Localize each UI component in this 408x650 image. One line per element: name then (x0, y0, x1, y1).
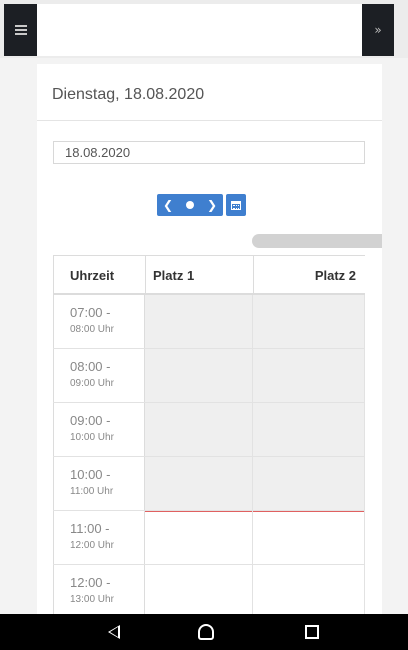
menu-button[interactable] (4, 4, 37, 56)
home-icon[interactable] (198, 624, 214, 640)
column-header-time: Uhrzeit (53, 256, 145, 294)
time-cell: 07:00 - 08:00 Uhr (53, 295, 145, 348)
time-cell: 08:00 - 09:00 Uhr (53, 349, 145, 402)
booking-card: Dienstag, 18.08.2020 18.08.2020 ❮ ❯ Uhrz… (37, 64, 382, 624)
slot-start: 10:00 - (70, 467, 111, 482)
collapse-button[interactable]: » (362, 4, 394, 56)
next-day-button[interactable]: ❯ (201, 194, 223, 216)
table-row: 08:00 - 09:00 Uhr (53, 349, 365, 403)
slot-start: 11:00 - (70, 521, 110, 536)
slot-platz-2[interactable] (253, 349, 365, 402)
slot-platz-1[interactable] (145, 565, 253, 618)
dot-icon (186, 201, 194, 209)
column-header-platz-2: Platz 2 (253, 256, 365, 294)
time-cell: 10:00 - 11:00 Uhr (53, 457, 145, 510)
slot-start: 09:00 - (70, 413, 111, 428)
slot-platz-2[interactable] (253, 565, 365, 618)
slot-platz-2[interactable] (253, 457, 365, 510)
slot-end: 13:00 Uhr (70, 594, 114, 605)
hamburger-icon (14, 25, 27, 35)
android-navigation-bar (0, 614, 408, 650)
table-row: 12:00 - 13:00 Uhr (53, 565, 365, 619)
chevron-right-icon: ❯ (206, 198, 218, 212)
back-triangle-icon[interactable] (108, 625, 120, 639)
table-header: Uhrzeit Platz 1 Platz 2 (53, 255, 365, 295)
double-chevron-down-icon: » (374, 23, 382, 37)
recents-square-icon[interactable] (305, 625, 319, 639)
slot-platz-1[interactable] (145, 349, 253, 402)
calendar-button[interactable] (226, 194, 246, 216)
slot-end: 11:00 Uhr (70, 486, 114, 497)
table-row: 11:00 - 12:00 Uhr (53, 511, 365, 565)
chevron-left-icon: ❮ (162, 198, 174, 212)
calendar-icon (231, 200, 241, 210)
slot-platz-1[interactable] (145, 511, 253, 564)
column-header-platz-1: Platz 1 (145, 256, 253, 294)
slot-platz-1[interactable] (145, 457, 253, 510)
slot-platz-2[interactable] (253, 511, 365, 564)
date-field[interactable]: 18.08.2020 (53, 141, 365, 164)
table-row: 07:00 - 08:00 Uhr (53, 295, 365, 349)
today-button[interactable] (179, 194, 201, 216)
slot-end: 12:00 Uhr (70, 540, 114, 551)
slot-start: 12:00 - (70, 575, 111, 590)
top-bar: » (0, 0, 408, 58)
top-bar-center (37, 4, 362, 56)
divider (37, 120, 382, 121)
slot-end: 08:00 Uhr (70, 324, 114, 335)
slot-end: 09:00 Uhr (70, 378, 114, 389)
slot-platz-1[interactable] (145, 295, 253, 348)
slot-end: 10:00 Uhr (70, 432, 114, 443)
slot-platz-2[interactable] (253, 295, 365, 348)
date-navigation: ❮ ❯ (157, 194, 246, 216)
slot-start: 07:00 - (70, 305, 111, 320)
previous-day-button[interactable]: ❮ (157, 194, 179, 216)
table-row: 10:00 - 11:00 Uhr (53, 457, 365, 511)
slot-start: 08:00 - (70, 359, 111, 374)
slot-platz-2[interactable] (253, 403, 365, 456)
time-cell: 09:00 - 10:00 Uhr (53, 403, 145, 456)
time-cell: 11:00 - 12:00 Uhr (53, 511, 145, 564)
table-row: 09:00 - 10:00 Uhr (53, 403, 365, 457)
horizontal-scrollbar[interactable] (252, 234, 382, 248)
page-title: Dienstag, 18.08.2020 (52, 86, 205, 103)
time-cell: 12:00 - 13:00 Uhr (53, 565, 145, 618)
slot-platz-1[interactable] (145, 403, 253, 456)
